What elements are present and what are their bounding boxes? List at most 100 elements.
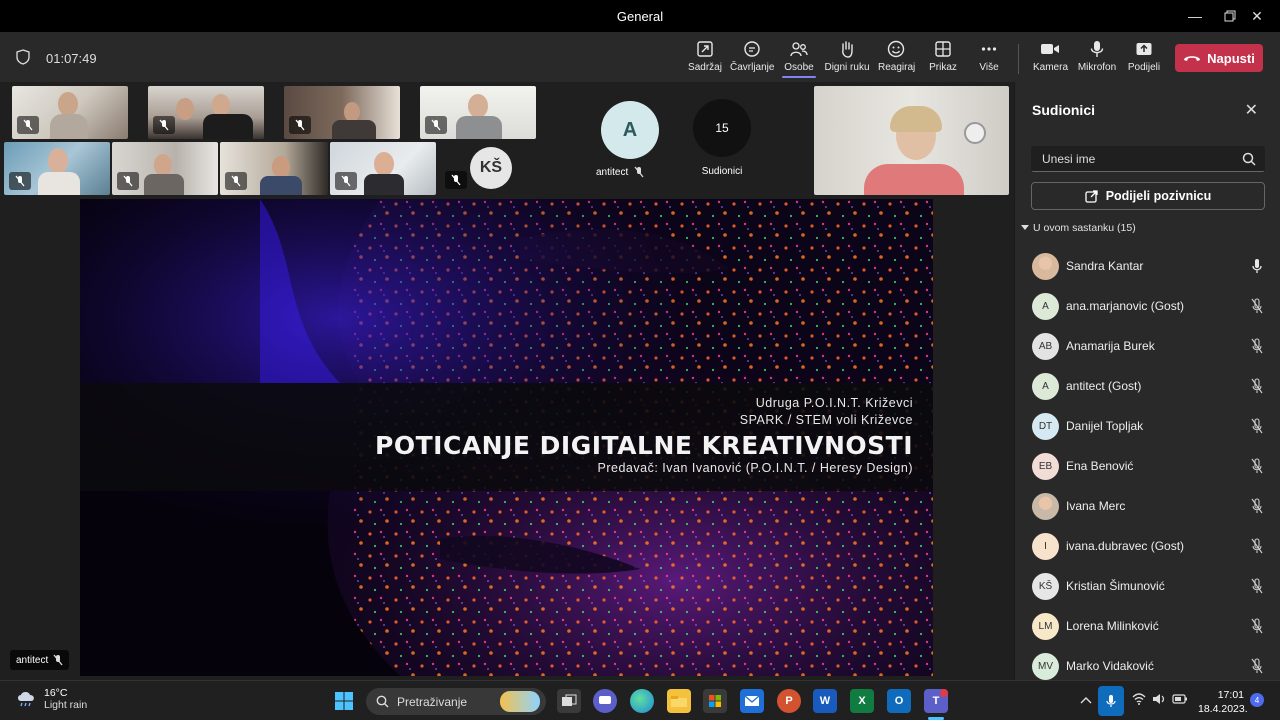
file-explorer-icon[interactable] <box>667 689 691 713</box>
leave-button[interactable]: Napusti <box>1175 44 1263 72</box>
battery-icon[interactable] <box>1172 693 1188 705</box>
muted-mic-icon <box>1251 618 1263 634</box>
view-button[interactable]: Prikaz <box>926 40 960 80</box>
participants-count-label: Sudionici <box>701 166 743 177</box>
windows-icon <box>335 692 353 710</box>
video-tile[interactable] <box>148 86 264 139</box>
video-tile[interactable] <box>814 86 1009 195</box>
share-button[interactable]: Podijeli <box>1127 40 1161 80</box>
teams-chat-icon[interactable] <box>593 689 617 713</box>
excel-icon[interactable]: X <box>850 689 874 713</box>
muted-mic-icon <box>1251 418 1263 434</box>
participant-row[interactable]: LM Lorena Milinković <box>1015 606 1280 646</box>
participant-row[interactable]: EB Ena Benović <box>1015 446 1280 486</box>
muted-mic-icon <box>1251 458 1263 474</box>
more-button[interactable]: Više <box>974 40 1004 80</box>
outlook-icon[interactable]: O <box>887 689 911 713</box>
chat-icon <box>744 41 760 57</box>
slide-presenter: Predavač: Ivan Ivanović (P.O.I.N.T. / He… <box>597 461 913 475</box>
search-participants-field[interactable] <box>1031 146 1265 172</box>
start-button[interactable] <box>332 689 356 713</box>
meeting-section-toggle[interactable]: U ovom sastanku (15) <box>1021 222 1136 234</box>
participants-count[interactable]: 15 <box>693 99 751 157</box>
mail-icon[interactable] <box>740 689 764 713</box>
participant-name: Ena Benović <box>1066 459 1134 473</box>
participant-row[interactable]: Ivana Merc <box>1015 486 1280 526</box>
taskbar-search[interactable]: Pretraživanje <box>366 688 546 715</box>
muted-mic-icon <box>1251 298 1263 314</box>
powerpoint-icon[interactable]: P <box>777 689 801 713</box>
task-view-icon[interactable] <box>557 689 581 713</box>
avatar: LM <box>1032 612 1059 640</box>
participant-row[interactable]: DT Danijel Topljak <box>1015 406 1280 446</box>
weather-text: Light rain <box>44 699 88 711</box>
wifi-icon[interactable] <box>1132 693 1146 705</box>
participant-row[interactable]: Iivana.dubravec (Gost) <box>1015 526 1280 566</box>
leave-label: Napusti <box>1207 50 1255 66</box>
store-icon[interactable] <box>703 689 727 713</box>
weather-widget[interactable]: 16°C Light rain <box>16 687 87 711</box>
word-icon[interactable]: W <box>813 689 837 713</box>
notification-badge[interactable]: 4 <box>1250 693 1264 707</box>
video-tile[interactable] <box>4 142 110 195</box>
participant-name: Marko Vidaković <box>1066 659 1154 673</box>
participant-row[interactable]: Aana.marjanovic (Gost) <box>1015 286 1280 326</box>
avatar <box>1032 252 1059 280</box>
muted-mic-icon <box>445 171 467 189</box>
content-button[interactable]: Sadržaj <box>688 40 722 80</box>
react-button[interactable]: Reagiraj <box>878 40 915 80</box>
toolbar-divider <box>1018 44 1019 74</box>
video-tile[interactable] <box>112 142 218 195</box>
search-input[interactable] <box>1032 147 1232 171</box>
microphone-label: Mikrofon <box>1077 62 1117 73</box>
close-window-button[interactable]: ✕ <box>1234 0 1280 32</box>
panel-title: Sudionici <box>1032 102 1095 118</box>
more-label: Više <box>979 62 999 73</box>
video-tile[interactable] <box>12 86 128 139</box>
participant-name: Lorena Milinković <box>1066 619 1159 633</box>
video-tile[interactable] <box>420 86 536 139</box>
people-button[interactable]: Osobe <box>782 40 816 80</box>
slide-title-band: Udruga P.O.I.N.T. Križevci SPARK / STEM … <box>80 383 933 491</box>
raise-hand-button[interactable]: Digni ruku <box>824 40 870 80</box>
participant-row[interactable]: AB Anamarija Burek <box>1015 326 1280 366</box>
clock[interactable]: 17:01 18.4.2023. <box>1198 688 1248 716</box>
edge-browser-icon[interactable] <box>630 689 654 713</box>
chevron-up-icon[interactable] <box>1080 695 1092 705</box>
people-icon <box>790 42 808 57</box>
video-tile[interactable] <box>284 86 400 139</box>
teams-window: General — ✕ 01:07:49 Sadržaj Čavrljanje … <box>0 0 1280 720</box>
microphone-button[interactable]: Mikrofon <box>1077 40 1117 80</box>
share-invite-button[interactable]: Podijeli pozivnicu <box>1031 182 1265 210</box>
slide-program: SPARK / STEM voli Križevce <box>739 413 913 427</box>
video-tile[interactable] <box>330 142 436 195</box>
avatar-tile[interactable]: KŠ <box>440 142 530 195</box>
raise-hand-icon <box>842 41 853 58</box>
muted-mic-icon <box>1251 378 1263 394</box>
participant-name: Ivana Merc <box>1066 499 1126 513</box>
taskbar: 16°C Light rain Pretraživanje P W X O T <box>0 680 1280 720</box>
camera-button[interactable]: Kamera <box>1033 40 1068 80</box>
content-label: Sadržaj <box>688 62 722 73</box>
camera-icon <box>1041 44 1059 54</box>
chevron-down-icon <box>1021 225 1029 230</box>
avatar: AB <box>1032 332 1059 360</box>
avatar[interactable]: A <box>601 101 659 159</box>
participant-row[interactable]: KŠ Kristian Šimunović <box>1015 566 1280 606</box>
muted-mic-icon <box>634 166 644 178</box>
react-icon <box>887 40 905 58</box>
video-tile[interactable] <box>220 142 328 195</box>
search-icon <box>376 695 389 708</box>
volume-icon[interactable] <box>1152 693 1166 705</box>
microphone-tray-button[interactable] <box>1098 686 1124 716</box>
participant-row[interactable]: Sandra Kantar <box>1015 246 1280 286</box>
avatar-name-row: antitect <box>596 166 644 178</box>
avatar: KŠ <box>1032 572 1059 600</box>
participant-row[interactable]: Aantitect (Gost) <box>1015 366 1280 406</box>
hang-up-icon <box>1184 56 1201 61</box>
share-invite-label: Podijeli pozivnicu <box>1105 189 1212 203</box>
chat-button[interactable]: Čavrljanje <box>730 40 774 80</box>
participant-list: Sandra Kantar Aana.marjanovic (Gost) AB Ana… <box>1015 246 1280 686</box>
temperature: 16°C <box>44 687 68 699</box>
close-panel-button[interactable]: ✕ <box>1245 100 1258 120</box>
